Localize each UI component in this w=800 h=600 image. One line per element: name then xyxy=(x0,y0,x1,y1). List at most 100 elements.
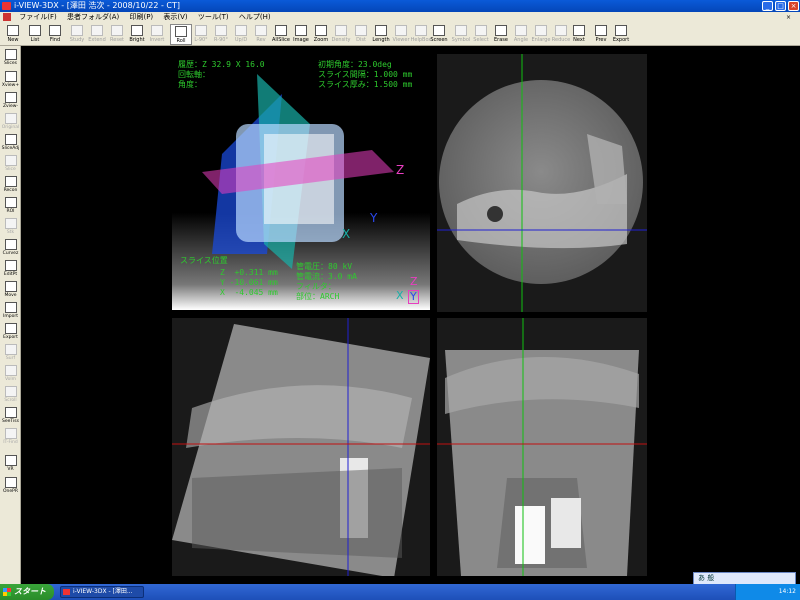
left-tool-original[interactable]: Original xyxy=(0,112,21,134)
toolbar-button-reset[interactable]: Reset xyxy=(106,24,128,45)
coronal-image xyxy=(437,318,647,576)
left-tool-zview-[interactable]: Zview- xyxy=(0,91,21,113)
toolbar-button-enlarge[interactable]: Enlarge xyxy=(530,24,552,45)
toolbar-button-up-d[interactable]: Up/D xyxy=(230,24,252,45)
toolbar-button-dist[interactable]: Dist xyxy=(350,24,372,45)
rev-icon xyxy=(255,25,267,36)
menu-print[interactable]: 印刷(P) xyxy=(125,12,157,23)
toolbar-button-prev[interactable]: Prev xyxy=(590,24,612,45)
left-tool-curvez[interactable]: Curvez xyxy=(0,238,21,260)
toolbar-button-rev[interactable]: Rev xyxy=(250,24,272,45)
toolbar-button-label: Rev xyxy=(256,37,266,43)
left-tool-import[interactable]: Import xyxy=(0,301,21,323)
toolbar-button-roll[interactable]: Roll xyxy=(170,24,192,45)
menu-help[interactable]: ヘルプ(H) xyxy=(235,12,275,23)
toolbar-button-next[interactable]: Next xyxy=(568,24,590,45)
main-toolbar: New List Find Study Extend Reset Bright Invert R… xyxy=(0,23,800,46)
left-tool-label: Export xyxy=(3,335,18,340)
taskbar-item-iview[interactable]: i-VIEW-3DX - [澤田... xyxy=(60,586,144,598)
left-tool-slice[interactable]: Slice xyxy=(0,154,21,176)
toolbar-button-allslice[interactable]: AllSlice xyxy=(270,24,292,45)
left-tool-xview-[interactable]: Xview+ xyxy=(0,70,21,92)
editpt-icon xyxy=(4,260,17,271)
toolbar-button-zoom[interactable]: Zoom xyxy=(310,24,332,45)
viewport-axial[interactable] xyxy=(437,54,647,312)
toolbar-button-new[interactable]: New xyxy=(2,24,24,45)
left-tool-label: IT-Find xyxy=(3,440,18,445)
seetiss-icon xyxy=(4,407,17,418)
toolbar-button-density[interactable]: Density xyxy=(330,24,352,45)
menu-view[interactable]: 表示(V) xyxy=(159,12,191,23)
left-tool-scroll[interactable]: Scroll xyxy=(0,385,21,407)
toolbar-button-label: Screen xyxy=(430,37,448,43)
viewport-coronal[interactable] xyxy=(437,318,647,576)
toolbar-button-label: Study xyxy=(69,37,85,43)
toolbar-button-angle[interactable]: Angle xyxy=(510,24,532,45)
toolbar-button-study[interactable]: Study xyxy=(66,24,88,45)
menu-patient-folder[interactable]: 患者フォルダ(A) xyxy=(63,12,123,23)
left-tool-slices[interactable]: Slices xyxy=(0,48,21,70)
toolbar-button-extend[interactable]: Extend xyxy=(86,24,108,45)
clock[interactable]: 14:12 xyxy=(779,588,796,595)
toolbar-button-export[interactable]: Export xyxy=(610,24,632,45)
toolbar-button-label: Select xyxy=(473,37,489,43)
left-tool-label: Original xyxy=(1,125,20,130)
toolbar-button-invert[interactable]: Invert xyxy=(146,24,168,45)
minimize-button[interactable]: _ xyxy=(762,1,773,11)
maximize-button[interactable]: □ xyxy=(775,1,786,11)
viewport-3d[interactable]: Z Y X 履歴：Z 32.9 X 16.0 回転軸： 角度： 初期角度：23.0d… xyxy=(172,54,430,310)
orientation-gizmo[interactable]: Z X Y xyxy=(396,276,422,304)
start-button[interactable]: スタート xyxy=(0,584,54,600)
gizmo-y: Y xyxy=(408,290,419,304)
toolbar-button-label: R-90° xyxy=(214,37,228,43)
find-icon xyxy=(49,25,61,36)
left-tool-roi[interactable]: ROI xyxy=(0,196,21,218)
toolbar-button-bright[interactable]: Bright xyxy=(126,24,148,45)
import-icon xyxy=(4,302,17,313)
toolbar-button-image[interactable]: Image xyxy=(290,24,312,45)
left-tool-label: SeeTiss xyxy=(2,419,19,424)
mdi-close-icon[interactable]: × xyxy=(782,12,795,23)
left-tool-vr[interactable]: VR xyxy=(0,454,21,476)
toolbar-button-r-90-[interactable]: R-90° xyxy=(210,24,232,45)
title-bar[interactable]: i-VIEW-3DX - [澤田 浩次 - 2008/10/22 - CT] _… xyxy=(0,0,800,12)
left-tool-export[interactable]: Export xyxy=(0,322,21,344)
left-tool-volm[interactable]: Volm xyxy=(0,364,21,386)
left-tool-label: OnePR xyxy=(2,489,18,494)
document-icon[interactable] xyxy=(3,13,11,21)
toolbar-button-select[interactable]: Select xyxy=(470,24,492,45)
toolbar-button-l-90-[interactable]: L-90° xyxy=(190,24,212,45)
left-tool-editpt[interactable]: EditPt xyxy=(0,259,21,281)
left-tool-label: Volm xyxy=(4,377,17,382)
left-tool-recon[interactable]: Recon xyxy=(0,175,21,197)
left-tool-stk[interactable]: Stk xyxy=(0,217,21,239)
left-tool-onepr[interactable]: OnePR xyxy=(0,476,21,498)
close-button[interactable]: × xyxy=(788,1,799,11)
export-icon xyxy=(4,323,17,334)
toolbar-button-find[interactable]: Find xyxy=(44,24,66,45)
toolbar-button-label: Length xyxy=(372,37,390,43)
left-tool-seetiss[interactable]: SeeTiss xyxy=(0,406,21,428)
toolbar-button-screen[interactable]: Screen xyxy=(428,24,450,45)
toolbar-button-erase[interactable]: Erase xyxy=(490,24,512,45)
left-tool-surf[interactable]: Surf xyxy=(0,343,21,365)
l-90--icon xyxy=(195,25,207,36)
toolbar-button-label: Export xyxy=(612,37,630,43)
toolbar-button-list[interactable]: List xyxy=(24,24,46,45)
original-icon xyxy=(4,113,17,124)
menu-tools[interactable]: ツール(T) xyxy=(194,12,233,23)
toolbar-button-length[interactable]: Length xyxy=(370,24,392,45)
app-icon xyxy=(2,2,11,10)
up-d-icon xyxy=(235,25,247,36)
left-tool-sliceadj[interactable]: SliceAdj xyxy=(0,133,21,155)
left-tool-it-find[interactable]: IT-Find xyxy=(0,427,21,449)
left-tool-move[interactable]: Move xyxy=(0,280,21,302)
menu-file[interactable]: ファイル(F) xyxy=(15,12,61,23)
viewport-sagittal[interactable] xyxy=(172,318,430,576)
move-icon xyxy=(4,281,17,292)
toolbar-button-viewer[interactable]: Viewer xyxy=(390,24,412,45)
toolbar-button-label: Angle xyxy=(513,37,529,43)
toolbar-button-label: Roll xyxy=(176,38,186,44)
symbol-icon xyxy=(455,25,467,36)
toolbar-button-symbol[interactable]: Symbol xyxy=(450,24,472,45)
